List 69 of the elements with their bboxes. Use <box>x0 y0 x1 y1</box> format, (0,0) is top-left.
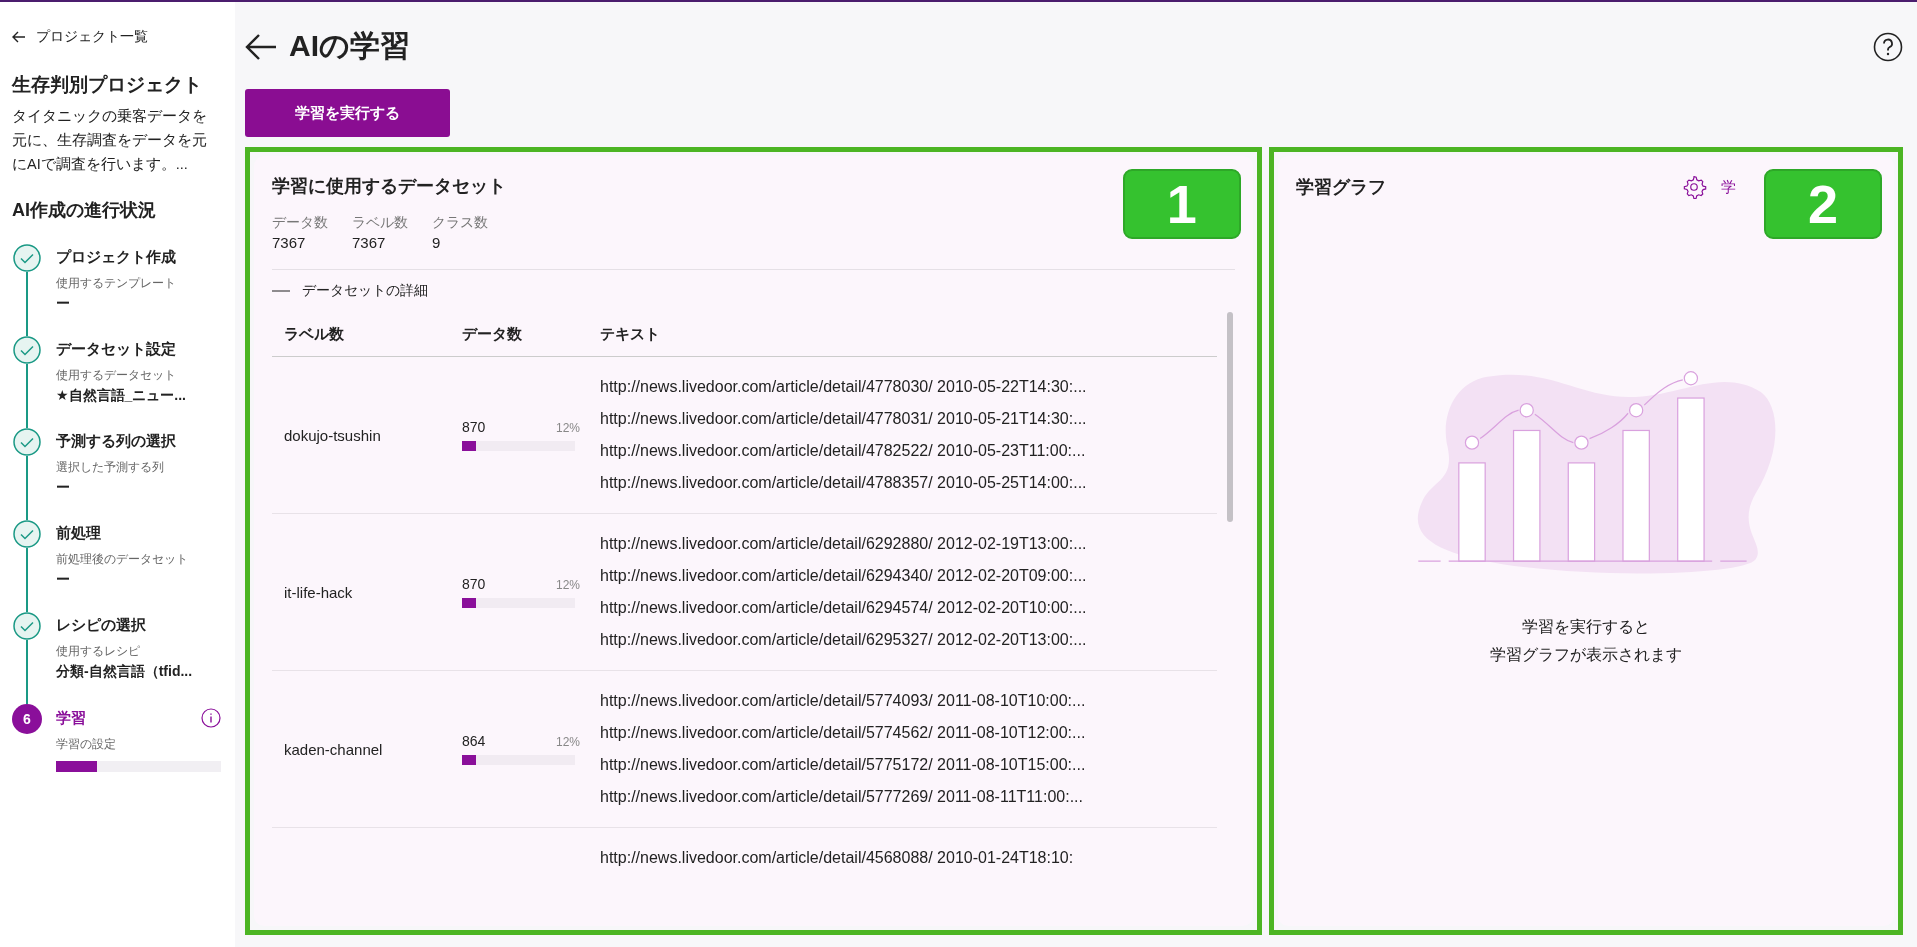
card-title: 学習に使用するデータセット <box>272 175 507 198</box>
back-arrow-icon[interactable] <box>245 32 277 61</box>
step-title: 前処理 <box>56 524 101 543</box>
empty-message: 学習グラフが表示されます <box>1489 644 1682 665</box>
text-sample: http://news.livedoor.com/article/detail/4782522/ 2010-05-23T11:00:... <box>600 441 1087 461</box>
text-sample: http://news.livedoor.com/article/detail/5777269/ 2011-08-11T11:00:... <box>600 787 1084 807</box>
info-icon[interactable] <box>201 708 221 728</box>
text-sample: http://news.livedoor.com/article/detail/4788357/ 2010-05-25T14:00:... <box>600 473 1088 493</box>
percent-value: 12% <box>555 421 580 435</box>
text-sample: http://news.livedoor.com/article/detail/5775172/ 2011-08-10T15:00:... <box>600 755 1087 775</box>
label-cell: dokujo-tsushin <box>284 426 381 444</box>
text-sample: http://news.livedoor.com/article/detail/4778031/ 2010-05-21T14:30:... <box>600 409 1088 429</box>
step-value: ー <box>56 571 71 589</box>
step-sublabel: 選択した予測する列 <box>56 459 165 476</box>
label-cell: kaden-channel <box>284 740 383 758</box>
stat-value: 7367 <box>272 234 307 251</box>
text-sample: http://news.livedoor.com/article/detail/6294340/ 2012-02-20T09:00:... <box>600 566 1088 586</box>
stat-value: 7367 <box>352 234 387 251</box>
progress-heading: AI作成の進行状況 <box>12 199 157 222</box>
step-title: 学習 <box>56 708 86 728</box>
back-link[interactable]: プロジェクト一覧 <box>12 28 221 46</box>
collapse-icon <box>272 289 290 293</box>
text-sample: http://news.livedoor.com/article/detail/5774093/ 2011-08-10T10:00:... <box>600 691 1087 711</box>
details-toggle[interactable]: データセットの詳細 <box>272 282 428 300</box>
step-value: ー <box>56 295 71 313</box>
step-title: データセット設定 <box>56 340 176 359</box>
text-sample: http://news.livedoor.com/article/detail/5774562/ 2011-08-10T12:00:... <box>600 723 1087 743</box>
stat-label: クラス数 <box>432 214 488 232</box>
step-sublabel: 使用するテンプレート <box>56 275 177 292</box>
project-title: 生存判別プロジェクト <box>12 73 203 97</box>
project-description: タイタニックの乗客データを元に、生存調査をデータを元にAIで調査を行います。... <box>12 107 208 174</box>
column-header: テキスト <box>600 324 661 344</box>
step-title: プロジェクト作成 <box>56 248 176 267</box>
page-title: AIの学習 <box>289 28 410 64</box>
help-icon[interactable] <box>1873 31 1903 62</box>
card-title: 学習グラフ <box>1295 176 1386 199</box>
step-number: 6 <box>12 704 42 734</box>
run-training-button[interactable]: 学習を実行する <box>245 89 450 137</box>
text-sample: http://news.livedoor.com/article/detail/4778030/ 2010-05-22T14:30:... <box>600 377 1088 397</box>
step-sublabel: 学習の設定 <box>56 736 117 753</box>
column-header: データ数 <box>462 324 523 344</box>
annotation-badge: 2 <box>1764 169 1882 239</box>
text-sample: http://news.livedoor.com/article/detail/4568088/ 2010-01-24T18:10: <box>600 848 1075 868</box>
percent-value: 12% <box>555 735 580 749</box>
text-sample: http://news.livedoor.com/article/detail/6294574/ 2012-02-20T10:00:... <box>600 598 1088 618</box>
percent-value: 12% <box>555 578 580 592</box>
stat-label: ラベル数 <box>352 214 408 232</box>
column-header: ラベル数 <box>284 324 345 344</box>
step-value: 分類-自然言語（tfid... <box>56 663 194 681</box>
count-value: 870 <box>462 576 486 592</box>
label-cell: it-life-hack <box>284 583 353 601</box>
text-sample: http://news.livedoor.com/article/detail/6295327/ 2012-02-20T13:00:... <box>600 630 1088 650</box>
step-title: 予測する列の選択 <box>56 432 176 451</box>
count-value: 864 <box>462 733 486 749</box>
arrow-left-icon <box>12 31 26 43</box>
count-value: 870 <box>462 419 486 435</box>
step-title: レシピの選択 <box>56 616 146 635</box>
step-sublabel: 使用するレシピ <box>56 643 141 660</box>
step-value: ★自然言語_ニュー... <box>56 387 187 405</box>
step-sublabel: 使用するデータセット <box>56 367 177 384</box>
annotation-badge: 1 <box>1122 169 1241 239</box>
stat-value: 9 <box>432 234 442 251</box>
settings-link[interactable]: 学 <box>1681 174 1736 200</box>
settings-icon <box>1681 174 1707 200</box>
stat-label: データ数 <box>272 214 328 232</box>
text-sample: http://news.livedoor.com/article/detail/6292880/ 2012-02-19T13:00:... <box>600 534 1088 554</box>
step-sublabel: 前処理後のデータセット <box>56 551 189 568</box>
empty-message: 学習を実行すると <box>1520 616 1651 637</box>
step-value: ー <box>56 479 71 497</box>
